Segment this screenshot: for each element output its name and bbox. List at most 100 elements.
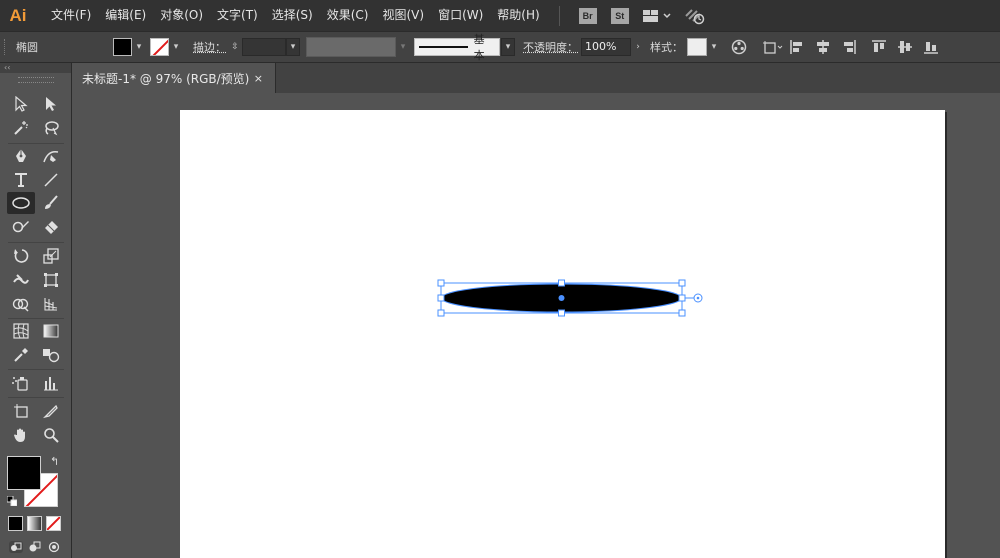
artboard[interactable]: [180, 110, 945, 558]
stroke-dropdown-chevron-icon[interactable]: ▾: [169, 38, 183, 56]
eyedropper-tool-icon[interactable]: [8, 344, 34, 366]
hand-tool-icon[interactable]: [8, 424, 34, 446]
control-bar-grip[interactable]: [4, 39, 8, 55]
curvature-tool-icon[interactable]: [38, 145, 64, 167]
menu-window[interactable]: 窗口(W): [431, 0, 490, 31]
fill-dropdown-chevron-icon[interactable]: ▾: [132, 38, 146, 56]
align-left-icon[interactable]: [787, 37, 807, 57]
graphic-style-label: 样式：: [650, 41, 683, 54]
column-graph-tool-icon[interactable]: [38, 372, 64, 394]
perspective-grid-tool-icon[interactable]: [38, 293, 64, 315]
brush-definition[interactable]: 基本: [414, 33, 500, 62]
artwork-layer: [437, 279, 703, 317]
menu-view[interactable]: 视图(V): [375, 0, 431, 31]
menu-items: 文件(F) 编辑(E) 对象(O) 文字(T) 选择(S) 效果(C) 视图(V…: [44, 0, 547, 31]
stroke-weight-label[interactable]: 描边：: [193, 39, 226, 55]
selected-object-type: 椭圆: [16, 41, 38, 54]
eraser-tool-icon[interactable]: [38, 216, 64, 238]
menu-type[interactable]: 文字(T): [210, 0, 265, 31]
menu-effect[interactable]: 效果(C): [320, 0, 376, 31]
resize-handle[interactable]: [678, 294, 686, 302]
zoom-tool-icon[interactable]: [38, 424, 64, 446]
shaper-tool-icon[interactable]: [8, 216, 34, 238]
draw-behind-icon[interactable]: [27, 540, 43, 554]
shape-builder-tool-icon[interactable]: [8, 293, 34, 315]
bridge-button[interactable]: Br: [578, 7, 597, 24]
brush-dropdown-icon[interactable]: ▾: [501, 38, 515, 56]
align-horizontal-center-icon[interactable]: [813, 37, 833, 57]
menu-edit[interactable]: 编辑(E): [98, 0, 153, 31]
menu-file[interactable]: 文件(F): [44, 0, 98, 31]
tool-divider: [8, 242, 64, 243]
align-top-icon[interactable]: [869, 37, 889, 57]
menu-help[interactable]: 帮助(H): [490, 0, 546, 31]
artboard-tool-icon[interactable]: [8, 400, 34, 422]
pen-tool-icon[interactable]: [8, 145, 34, 167]
align-bottom-icon[interactable]: [921, 37, 941, 57]
draw-inside-icon[interactable]: [46, 540, 62, 554]
gpu-performance-icon[interactable]: [684, 7, 706, 25]
tool-divider: [8, 397, 64, 398]
document-tab[interactable]: 未标题-1* @ 97% (RGB/预览) ×: [72, 63, 276, 93]
resize-handle[interactable]: [437, 294, 445, 302]
stroke-weight-stepper-icon[interactable]: ⇳: [228, 38, 242, 56]
pie-widget-dot: [696, 296, 700, 300]
color-mode-icon[interactable]: [8, 516, 23, 531]
scale-tool-icon[interactable]: [38, 245, 64, 267]
align-vertical-center-icon[interactable]: [895, 37, 915, 57]
resize-handle[interactable]: [678, 309, 686, 317]
transform-reference-icon[interactable]: [761, 37, 785, 57]
graphic-style-swatch[interactable]: [687, 38, 707, 56]
draw-normal-icon[interactable]: [8, 540, 24, 554]
align-right-icon[interactable]: [839, 37, 859, 57]
graphic-style-dropdown-icon[interactable]: ▾: [707, 38, 721, 56]
line-segment-tool-icon[interactable]: [38, 169, 64, 191]
close-tab-icon[interactable]: ×: [254, 72, 263, 85]
resize-handle[interactable]: [437, 309, 445, 317]
fill-indicator[interactable]: [7, 456, 41, 490]
menu-object[interactable]: 对象(O): [153, 0, 210, 31]
lasso-tool-icon[interactable]: [38, 117, 64, 139]
menu-divider: [558, 5, 560, 26]
menu-bar: Ai 文件(F) 编辑(E) 对象(O) 文字(T) 选择(S) 效果(C) 视…: [0, 0, 1000, 31]
none-mode-icon[interactable]: [46, 516, 61, 531]
stock-button[interactable]: St: [610, 7, 629, 24]
stroke-weight-dropdown-icon[interactable]: ▾: [286, 38, 300, 56]
resize-handle[interactable]: [437, 279, 445, 287]
menu-select[interactable]: 选择(S): [265, 0, 320, 31]
resize-handle[interactable]: [558, 279, 565, 287]
direct-selection-tool-icon[interactable]: [38, 93, 64, 115]
mesh-tool-icon[interactable]: [8, 320, 34, 342]
gradient-tool-icon[interactable]: [38, 320, 64, 342]
canvas-area[interactable]: [72, 93, 1000, 558]
opacity-slider-arrow-icon[interactable]: ›: [631, 38, 645, 56]
blend-tool-icon[interactable]: [38, 344, 64, 366]
variable-width-profile[interactable]: [306, 37, 396, 57]
arrange-documents-icon[interactable]: [642, 9, 672, 23]
app-logo: Ai: [9, 5, 27, 25]
rotate-tool-icon[interactable]: [8, 245, 34, 267]
recolor-artwork-icon[interactable]: [729, 37, 749, 57]
ellipse-tool-icon[interactable]: [7, 192, 35, 214]
magic-wand-tool-icon[interactable]: [8, 117, 34, 139]
swap-fill-stroke-icon[interactable]: ↰: [50, 455, 59, 468]
selection-tool-icon[interactable]: [8, 93, 34, 115]
stroke-weight-field[interactable]: [242, 38, 286, 56]
tools-panel-collapse[interactable]: ‹‹: [0, 63, 71, 73]
type-tool-icon[interactable]: [8, 169, 34, 191]
symbol-sprayer-tool-icon[interactable]: [8, 372, 34, 394]
free-transform-tool-icon[interactable]: [38, 269, 64, 291]
paintbrush-tool-icon[interactable]: [38, 192, 64, 214]
stroke-color-swatch[interactable]: [150, 38, 169, 56]
resize-handle[interactable]: [558, 309, 565, 317]
gradient-mode-icon[interactable]: [27, 516, 42, 531]
resize-handle[interactable]: [678, 279, 686, 287]
fill-color-swatch[interactable]: [113, 38, 132, 56]
slice-tool-icon[interactable]: [38, 400, 64, 422]
tools-panel-grip[interactable]: [17, 77, 54, 83]
opacity-input[interactable]: 100%: [581, 38, 631, 56]
default-fill-stroke-icon[interactable]: [6, 495, 18, 507]
tool-divider: [8, 318, 64, 319]
warp-tool-icon[interactable]: [8, 269, 34, 291]
opacity-label[interactable]: 不透明度：: [523, 39, 578, 55]
